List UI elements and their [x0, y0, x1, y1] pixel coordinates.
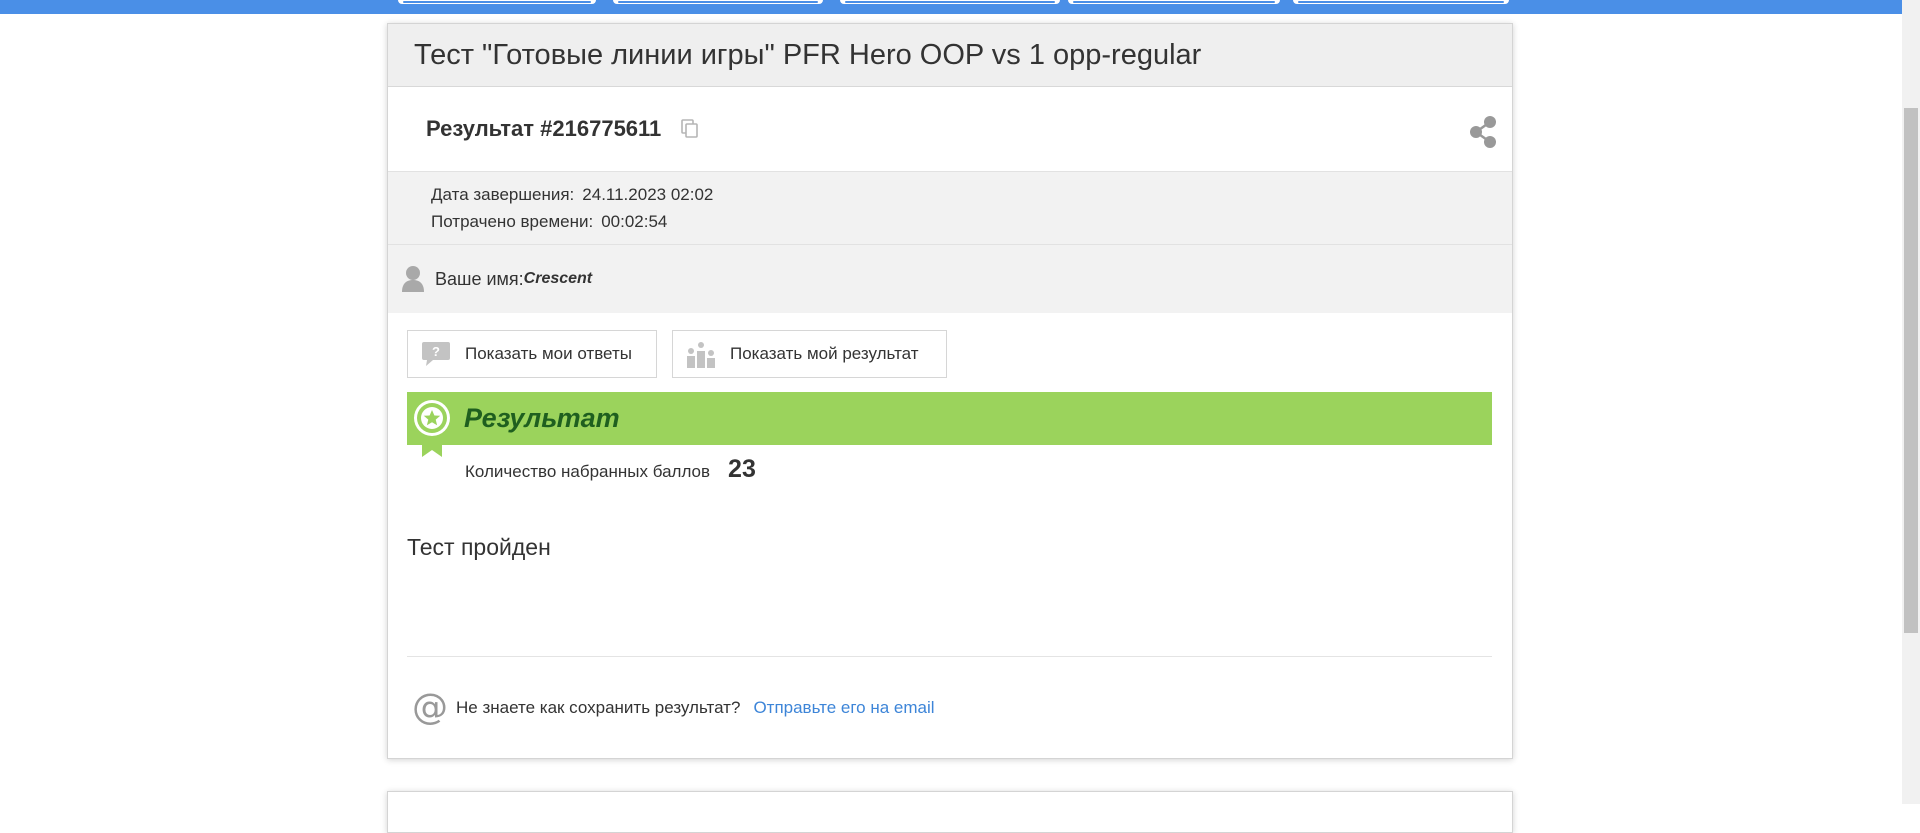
time-spent-label: Потрачено времени:	[431, 212, 594, 231]
finish-date-value: 24.11.2023 02:02	[582, 185, 714, 204]
result-meta: Дата завершения: 24.11.2023 02:02 Потраче…	[388, 172, 1512, 245]
result-banner: Результат	[407, 392, 1492, 445]
time-spent-row: Потрачено времени: 00:02:54	[431, 208, 1512, 235]
top-nav-bar	[0, 0, 1920, 14]
svg-text:?: ?	[432, 344, 440, 359]
time-spent-value: 00:02:54	[601, 212, 668, 231]
show-result-button[interactable]: Показать мой результат	[672, 330, 947, 378]
divider	[407, 656, 1492, 657]
question-bubble-icon: ?	[422, 342, 450, 366]
email-row: @ Не знаете как сохранить результат? Отп…	[412, 690, 935, 726]
result-heading: Результат #216775611	[388, 87, 1512, 172]
award-ribbon-icon	[414, 400, 450, 457]
podium-icon	[687, 342, 715, 368]
page-title: Тест "Готовые линии игры" PFR Hero OOP v…	[414, 38, 1202, 71]
email-question: Не знаете как сохранить результат?	[456, 698, 741, 717]
nav-tab[interactable]	[1068, 0, 1280, 4]
test-status: Тест пройден	[407, 534, 551, 560]
at-sign-icon: @	[412, 687, 448, 728]
nav-tab[interactable]	[1293, 0, 1509, 4]
user-name-label: Ваше имя:	[435, 268, 524, 289]
nav-tab[interactable]	[398, 0, 596, 4]
card-header: Тест "Готовые линии игры" PFR Hero OOP v…	[388, 24, 1512, 87]
score-row: Количество набранных баллов 23	[465, 455, 756, 484]
share-icon[interactable]	[1468, 115, 1498, 149]
score-label: Количество набранных баллов	[465, 462, 711, 481]
action-buttons: ? Показать мои ответы Показать мой резул…	[407, 330, 947, 378]
score-value: 23	[728, 455, 756, 483]
next-card	[387, 791, 1513, 833]
copy-icon[interactable]	[681, 119, 699, 139]
user-name-value: Crescent	[523, 270, 593, 287]
scrollbar-thumb[interactable]	[1904, 108, 1918, 633]
show-answers-button[interactable]: ? Показать мои ответы	[407, 330, 657, 378]
show-answers-label: Показать мои ответы	[465, 344, 632, 363]
user-icon	[402, 266, 424, 292]
finish-date-row: Дата завершения: 24.11.2023 02:02	[431, 181, 1512, 208]
finish-date-label: Дата завершения:	[431, 185, 575, 204]
nav-tab[interactable]	[840, 0, 1060, 4]
result-banner-title: Результат	[464, 403, 620, 433]
send-email-link[interactable]: Отправьте его на email	[753, 698, 934, 718]
result-id: Результат #216775611	[426, 116, 662, 141]
nav-tab[interactable]	[613, 0, 823, 4]
result-card: Тест "Готовые линии игры" PFR Hero OOP v…	[387, 23, 1513, 759]
show-result-label: Показать мой результат	[730, 344, 919, 363]
user-row: Ваше имя: Crescent	[388, 245, 1512, 313]
